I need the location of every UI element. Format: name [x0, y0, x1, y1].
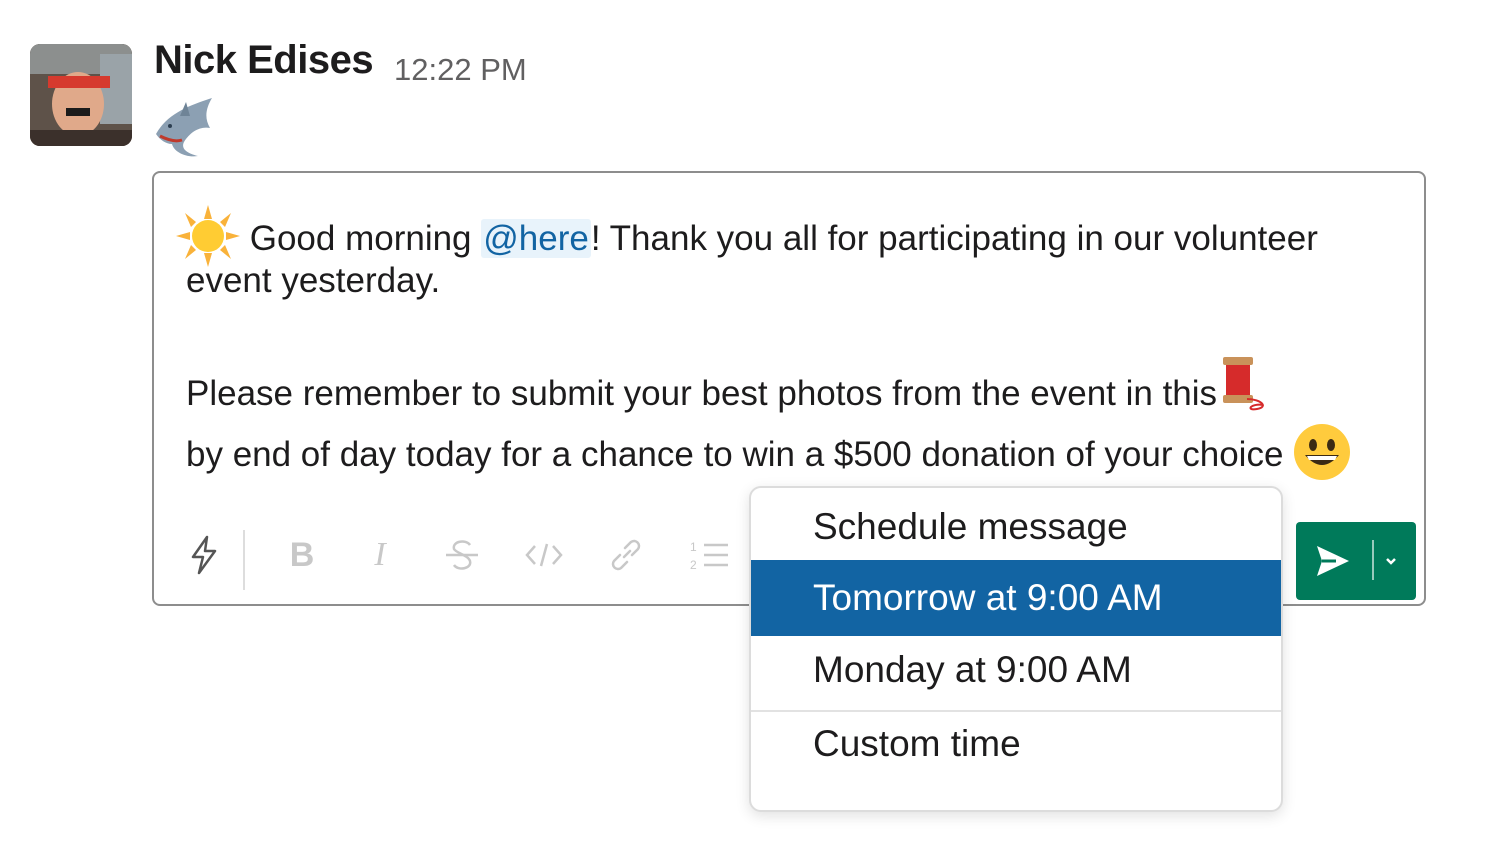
avatar[interactable]	[30, 44, 132, 146]
here-mention[interactable]: @here	[481, 218, 591, 258]
schedule-menu: Schedule message Tomorrow at 9:00 AM Mon…	[749, 486, 1283, 812]
composer-line-2: event yesterday.	[186, 261, 441, 300]
schedule-menu-title: Schedule message	[813, 506, 1128, 547]
message-text: by end of day today for a chance to win …	[186, 434, 1284, 474]
shortcuts-icon[interactable]	[182, 530, 226, 580]
code-icon[interactable]	[522, 530, 566, 580]
menu-item-custom-time[interactable]: Custom time	[751, 706, 1281, 782]
toolbar-divider	[243, 530, 245, 590]
message-text: ! Thank you all for participating in our…	[590, 218, 1318, 258]
message-timestamp[interactable]: 12:22 PM	[394, 52, 527, 88]
menu-item-monday[interactable]: Monday at 9:00 AM	[751, 632, 1281, 708]
link-icon[interactable]	[604, 530, 648, 580]
shark-emoji	[150, 94, 220, 158]
message-text: Good morning	[249, 218, 482, 258]
svg-text:2: 2	[690, 558, 697, 572]
italic-icon[interactable]: I	[358, 530, 402, 580]
send-button[interactable]	[1296, 522, 1416, 600]
author-name[interactable]: Nick Edises	[154, 38, 374, 83]
composer-line-3: Please remember to submit your best phot…	[186, 357, 1271, 422]
menu-item-tomorrow[interactable]: Tomorrow at 9:00 AM	[751, 560, 1281, 636]
bold-icon[interactable]: B	[280, 530, 324, 580]
ordered-list-icon[interactable]: 12	[688, 530, 732, 580]
strikethrough-icon[interactable]	[440, 530, 484, 580]
send-icon[interactable]	[1314, 542, 1352, 585]
svg-text:1: 1	[690, 540, 697, 554]
thread-emoji	[1217, 355, 1271, 422]
send-divider	[1372, 540, 1374, 580]
chevron-down-icon[interactable]	[1382, 552, 1400, 575]
message-text: Please remember to submit your best phot…	[186, 373, 1218, 413]
grinning-emoji	[1293, 423, 1351, 490]
composer-line-4: by end of day today for a chance to win …	[186, 423, 1351, 490]
